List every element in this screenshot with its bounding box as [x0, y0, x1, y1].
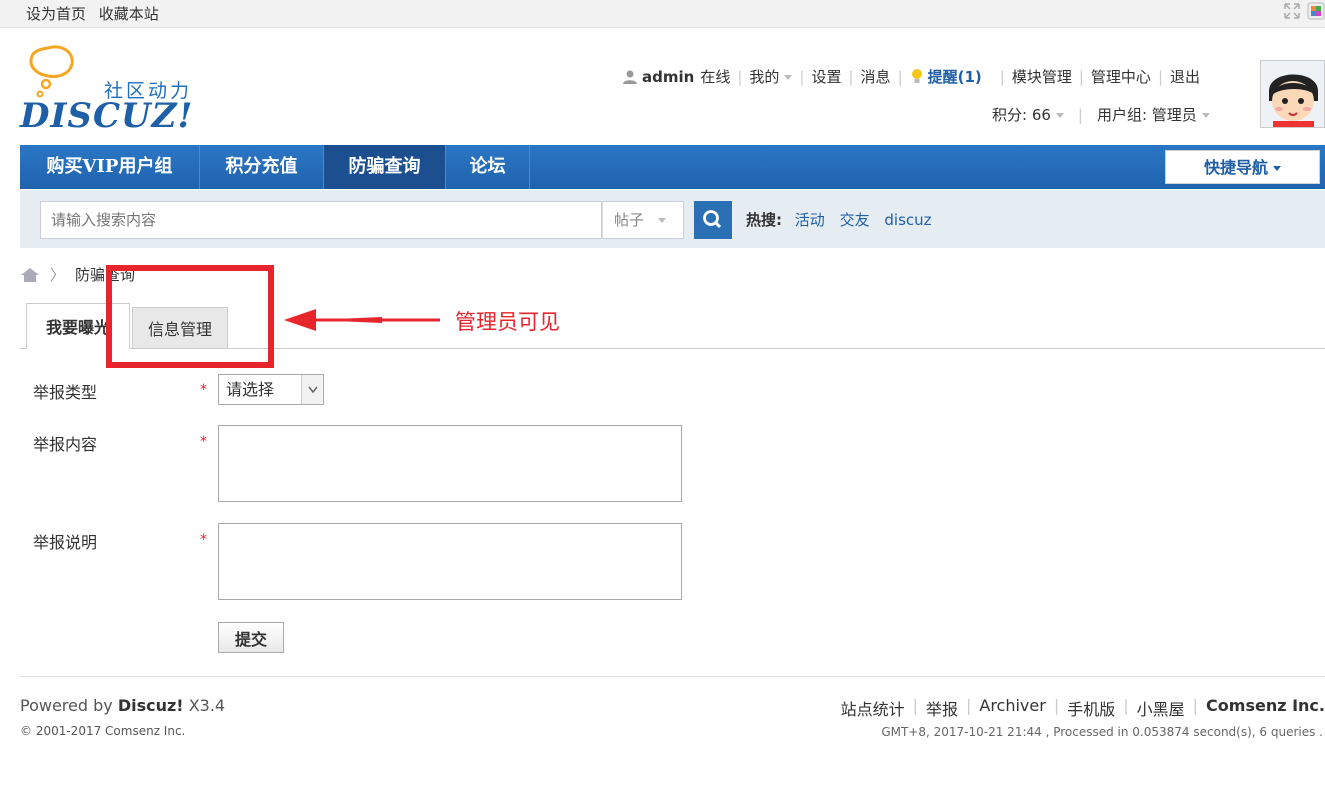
report-type-label: 举报类型 — [33, 383, 98, 402]
footer-divider — [20, 676, 1325, 677]
footer-link-report[interactable]: 举报 — [926, 696, 958, 720]
site-logo[interactable]: 社区动力 DISCUZ! — [20, 44, 210, 136]
select-dropdown-button — [301, 375, 323, 404]
footer-link-blacklist[interactable]: 小黑屋 — [1137, 696, 1185, 720]
user-stats: 积分: 66 | 用户组: 管理员 — [992, 104, 1210, 125]
top-bar: 设为首页 收藏本站 — [0, 0, 1325, 28]
report-content-textarea[interactable] — [218, 425, 682, 502]
powered-by: Powered by Discuz! X3.4 — [20, 696, 225, 715]
color-theme-icon[interactable] — [1307, 2, 1325, 20]
report-desc-textarea[interactable] — [218, 523, 682, 600]
quick-nav-label: 快捷导航 — [1203, 158, 1268, 177]
annotation-arrow-icon — [284, 309, 440, 331]
search-bar: 帖子 热搜: 活动 交友 discuz — [20, 190, 1325, 248]
divider: | — [1123, 696, 1129, 715]
divider: | — [1192, 696, 1199, 715]
username-link[interactable]: admin — [642, 68, 694, 86]
nav-item-credit-recharge[interactable]: 积分充值 — [200, 145, 324, 189]
hot-search-label: 热搜: — [746, 211, 782, 229]
chevron-down-icon — [658, 218, 667, 223]
hot-word-link[interactable]: discuz — [884, 211, 931, 229]
quick-nav-button[interactable]: 快捷导航 — [1165, 150, 1320, 184]
hot-search: 热搜: 活动 交友 discuz — [746, 209, 942, 230]
user-bar: admin 在线 | 我的 | 设置 | 消息 | 提醒(1) | 模块管理 |… — [622, 66, 1200, 87]
admin-center-link[interactable]: 管理中心 — [1091, 66, 1151, 87]
chevron-down-icon — [1201, 113, 1210, 118]
divider: | — [965, 696, 972, 715]
annotation-highlight-box — [106, 265, 274, 368]
logo-brand: DISCUZ! — [20, 96, 194, 136]
credits-menu[interactable]: 积分: 66 — [992, 104, 1064, 125]
breadcrumb-separator: 〉 — [50, 266, 66, 284]
search-button[interactable] — [694, 201, 732, 239]
divider: | — [848, 67, 854, 86]
footer-link-stats[interactable]: 站点统计 — [841, 696, 905, 720]
annotation-text: 管理员可见 — [455, 310, 560, 334]
submit-button[interactable]: 提交 — [218, 622, 284, 653]
required-mark: * — [200, 434, 207, 450]
logo-bubble-icon — [29, 45, 74, 98]
notice-link[interactable]: 提醒(1) — [928, 66, 982, 87]
mine-label: 我的 — [749, 68, 780, 86]
logout-link[interactable]: 退出 — [1170, 66, 1200, 87]
powered-version: X3.4 — [183, 696, 226, 715]
report-content-label: 举报内容 — [33, 435, 98, 454]
divider: | — [1077, 105, 1083, 124]
nav-item-forum[interactable]: 论坛 — [446, 145, 530, 189]
module-manage-link[interactable]: 模块管理 — [1012, 66, 1072, 87]
home-icon[interactable] — [20, 267, 40, 283]
online-status[interactable]: 在线 — [700, 66, 730, 87]
required-mark: * — [200, 532, 207, 548]
chevron-down-icon — [784, 75, 793, 80]
chevron-down-icon — [308, 386, 318, 394]
divider: | — [1053, 696, 1060, 715]
search-icon — [703, 210, 722, 229]
copyright: © 2001-2017 Comsenz Inc. — [20, 724, 186, 738]
powered-brand-link[interactable]: Discuz! — [118, 696, 184, 715]
divider: | — [897, 67, 903, 86]
divider: | — [999, 67, 1005, 86]
messages-link[interactable]: 消息 — [861, 66, 891, 87]
fullscreen-icon[interactable] — [1283, 2, 1301, 20]
footer-links: 站点统计 | 举报 | Archiver | 手机版 | 小黑屋 | Comse… — [841, 696, 1325, 720]
divider: | — [1157, 67, 1163, 86]
divider: | — [912, 696, 918, 715]
chevron-down-icon — [1273, 166, 1281, 171]
lightbulb-icon — [911, 69, 922, 83]
footer-link-mobile[interactable]: 手机版 — [1067, 696, 1115, 720]
avatar[interactable] — [1260, 60, 1325, 128]
required-mark: * — [200, 382, 207, 398]
user-icon — [623, 70, 637, 84]
mine-menu[interactable]: 我的 — [749, 66, 793, 87]
search-type-select[interactable]: 帖子 — [602, 201, 684, 239]
divider: | — [737, 67, 743, 86]
usergroup-menu[interactable]: 用户组: 管理员 — [1097, 104, 1210, 125]
nav-item-anti-fraud[interactable]: 防骗查询 — [324, 145, 446, 189]
report-type-value: 请选择 — [226, 380, 275, 399]
chevron-down-icon — [1055, 113, 1064, 118]
hot-word-link[interactable]: 活动 — [795, 211, 825, 229]
settings-link[interactable]: 设置 — [811, 66, 841, 87]
footer-link-archiver[interactable]: Archiver — [979, 696, 1045, 720]
powered-prefix: Powered by — [20, 696, 118, 715]
report-desc-label: 举报说明 — [33, 533, 98, 552]
top-links: 设为首页 收藏本站 — [26, 3, 167, 24]
credits-label: 积分: 66 — [992, 106, 1051, 124]
search-type-label: 帖子 — [614, 211, 645, 229]
usergroup-label: 用户组: 管理员 — [1096, 106, 1197, 124]
nav-item-buy-vip[interactable]: 购买VIP用户组 — [20, 145, 200, 189]
top-bar-icons — [1283, 2, 1325, 20]
divider: | — [799, 67, 805, 86]
bookmark-link[interactable]: 收藏本站 — [99, 5, 159, 23]
footer-meta: GMT+8, 2017-10-21 21:44 , Processed in 0… — [881, 725, 1323, 739]
main-nav: 购买VIP用户组 积分充值 防骗查询 论坛 — [20, 145, 1325, 189]
report-type-select[interactable]: 请选择 — [218, 374, 324, 405]
search-input[interactable] — [40, 201, 602, 239]
footer-link-company[interactable]: Comsenz Inc. — [1206, 696, 1325, 720]
hot-word-link[interactable]: 交友 — [840, 211, 870, 229]
set-home-link[interactable]: 设为首页 — [26, 5, 86, 23]
divider: | — [1078, 67, 1084, 86]
